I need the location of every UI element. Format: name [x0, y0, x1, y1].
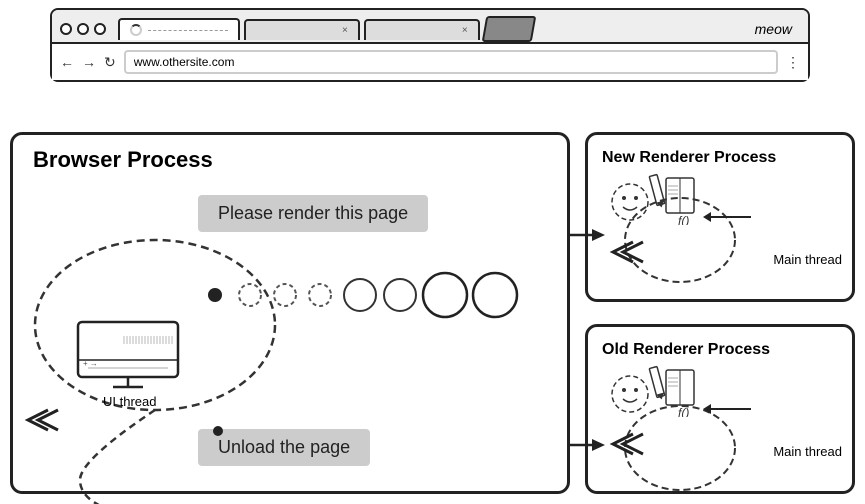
new-renderer-title: New Renderer Process: [602, 149, 776, 167]
chevrons-old-svg: [608, 430, 653, 458]
new-renderer-box: New Renderer Process: [585, 132, 855, 302]
new-renderer-doodle: [608, 180, 653, 230]
tab-3[interactable]: ×: [364, 19, 480, 40]
refresh-button[interactable]: ↻: [104, 54, 116, 71]
svg-text:f(): f(): [678, 214, 689, 225]
tab-2[interactable]: ×: [244, 19, 360, 40]
window-dot-2: [77, 23, 89, 35]
tab-skewed: [481, 16, 536, 42]
window-controls: [60, 23, 106, 35]
address-bar[interactable]: [124, 50, 778, 74]
unload-bubble: Unload the page: [198, 429, 370, 466]
window-dot-1: [60, 23, 72, 35]
browser-window: × × meow ← → ↻ ⋮: [50, 8, 810, 82]
smiley-icon-new: [608, 180, 653, 225]
svg-text:+ →: + →: [83, 359, 98, 368]
arrow-svg-new: [703, 207, 753, 227]
window-dot-3: [94, 23, 106, 35]
tab-close-icon-3[interactable]: ×: [462, 25, 468, 36]
smiley-icon-old: [608, 372, 653, 417]
new-renderer-chevrons: [608, 238, 653, 271]
tab-spinner: [130, 24, 142, 36]
browser-toolbar: ← → ↻ ⋮: [52, 44, 808, 80]
chevrons-svg: [23, 405, 68, 435]
old-renderer-doodle: [608, 372, 653, 422]
unload-dot: [213, 426, 223, 436]
monitor-icon: + →: [73, 320, 183, 390]
menu-button[interactable]: ⋮: [786, 54, 800, 71]
back-button[interactable]: ←: [60, 54, 74, 70]
ui-thread-label: UI thread: [103, 393, 156, 411]
book-icon-old: f(): [648, 362, 703, 422]
old-renderer-title: Old Renderer Process: [602, 341, 770, 359]
browser-process-title: Browser Process: [33, 147, 213, 173]
book-svg-old: f(): [648, 362, 703, 417]
old-renderer-chevrons: [608, 430, 653, 463]
diagram-area: Browser Process Please render this page …: [0, 120, 865, 504]
tab-1[interactable]: [118, 18, 240, 40]
ui-thread-area: + →: [73, 320, 183, 395]
please-render-bubble: Please render this page: [198, 195, 428, 232]
browser-process-box: Browser Process Please render this page …: [10, 132, 570, 494]
input-chevrons: [23, 405, 68, 440]
browser-tabs-bar: × × meow: [52, 10, 808, 44]
chevrons-new-svg: [608, 238, 653, 266]
tab-close-icon-2[interactable]: ×: [342, 25, 348, 36]
book-svg-new: f(): [648, 170, 703, 225]
book-icon-new: f(): [648, 170, 703, 230]
arrow-svg-old: [703, 399, 753, 419]
svg-text:f(): f(): [678, 406, 689, 417]
main-thread-label-old: Main thread: [773, 443, 842, 461]
forward-button[interactable]: →: [82, 54, 96, 70]
old-renderer-box: Old Renderer Process f(): [585, 324, 855, 494]
arrow-to-doodle-new: [703, 207, 753, 232]
arrow-to-doodle-old: [703, 399, 753, 424]
meow-label: meow: [747, 17, 800, 41]
main-thread-label-new: Main thread: [773, 251, 842, 269]
